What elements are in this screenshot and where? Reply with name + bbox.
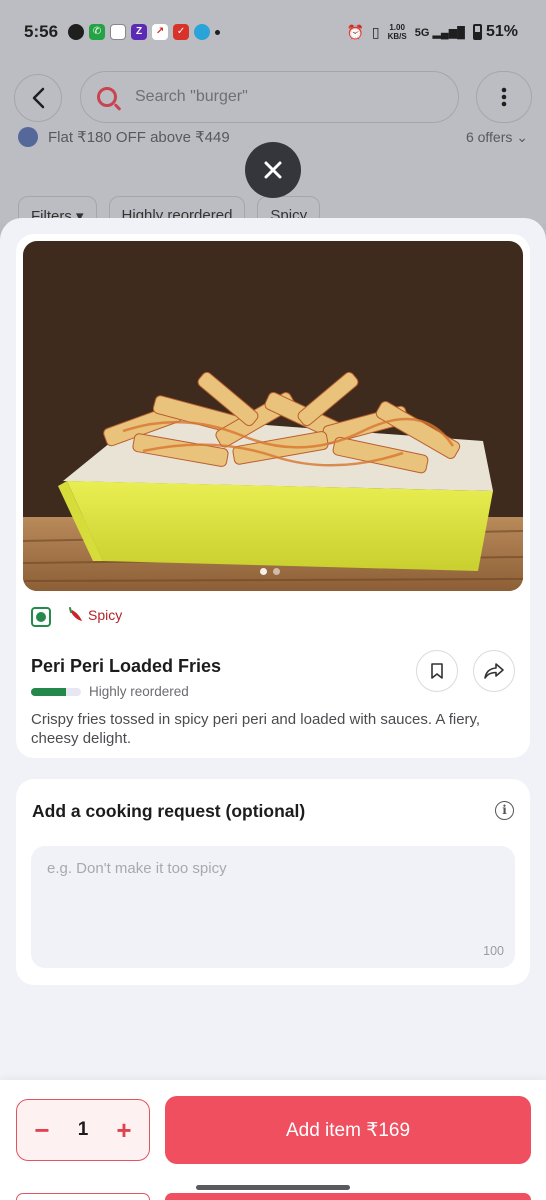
decrease-quantity-button[interactable]: − (31, 1115, 53, 1146)
fries-image (23, 241, 523, 591)
app-icon (110, 24, 127, 40)
back-button[interactable] (14, 74, 62, 122)
add-item-button[interactable]: Add item ₹169 (165, 1096, 531, 1164)
app-icon (194, 24, 211, 40)
char-limit: 100 (483, 944, 504, 958)
item-detail-sheet: Spicy Peri Peri Loaded Fries Highly reor… (0, 218, 546, 1200)
more-options-button[interactable] (476, 71, 532, 123)
carousel-dot (260, 568, 267, 575)
offer-text: Flat ₹180 OFF above ₹449 (48, 129, 230, 146)
vibrate-icon: ▯ (371, 23, 380, 40)
offer-badge-icon (18, 127, 38, 147)
reorder-bar (31, 687, 81, 696)
system-icons: ⏰ ▯ 1.00 KB/S 5G ▂▄▆█ 51% (346, 23, 518, 41)
item-description: Crispy fries tossed in spicy peri peri a… (31, 711, 481, 747)
status-bar: 5:56 ✆ Z ↗ ✓ ⏰ ▯ 1.00 KB/S 5G ▂▄▆█ 51% (0, 0, 546, 64)
battery-indicator: 51% (472, 23, 518, 41)
add-to-cart-footer: − 1 + Add item ₹169 (0, 1080, 546, 1200)
whatsapp-icon: ✆ (89, 24, 106, 40)
item-name: Peri Peri Loaded Fries (31, 656, 222, 676)
bookmark-button[interactable] (416, 650, 458, 692)
battery-icon (472, 24, 482, 40)
info-icon[interactable]: i (495, 801, 514, 820)
home-indicator[interactable] (196, 1185, 350, 1190)
status-time: 5:56 (24, 22, 59, 41)
alarm-icon: ⏰ (346, 23, 364, 40)
background-add-button-edge (165, 1193, 531, 1200)
background-footer-peek (16, 1193, 531, 1200)
reorder-indicator: Highly reordered (31, 684, 189, 699)
spicy-tag: Spicy (68, 607, 122, 623)
close-icon (264, 161, 282, 179)
signal-icon: 5G ▂▄▆█ (414, 26, 465, 39)
search-icon (97, 87, 117, 107)
zepto-icon: Z (131, 24, 148, 40)
chili-icon (69, 607, 82, 621)
search-bar[interactable]: Search "burger" (80, 71, 459, 123)
cooking-request-input[interactable] (31, 846, 515, 968)
bookmark-icon (431, 663, 443, 679)
item-image-carousel[interactable] (23, 241, 523, 591)
cooking-request-card: Add a cooking request (optional) i 100 (16, 779, 530, 985)
kebab-menu-icon (501, 87, 507, 107)
cooking-request-title: Add a cooking request (optional) (32, 801, 306, 821)
search-placeholder: Search "burger" (135, 88, 248, 105)
chat-icon (68, 24, 85, 40)
more-dot-icon (215, 29, 221, 35)
quantity-stepper: − 1 + (16, 1099, 150, 1161)
share-button[interactable] (473, 650, 515, 692)
reorder-label: Highly reordered (89, 684, 189, 699)
share-icon (484, 663, 504, 679)
carousel-dot (273, 568, 280, 575)
app-icon: ✓ (173, 24, 190, 40)
chevron-left-icon (32, 87, 45, 109)
increase-quantity-button[interactable]: + (113, 1115, 135, 1146)
item-card: Spicy Peri Peri Loaded Fries Highly reor… (16, 234, 530, 758)
app-icon: ↗ (152, 24, 169, 40)
notification-icons: ✆ Z ↗ ✓ (68, 24, 221, 40)
quantity-value: 1 (77, 1119, 89, 1140)
background-stepper-edge (16, 1193, 150, 1200)
network-speed: 1.00 KB/S (387, 23, 407, 41)
veg-icon (31, 607, 51, 627)
offers-count[interactable]: 6 offers ⌄ (466, 129, 528, 146)
close-sheet-button[interactable] (245, 142, 301, 198)
carousel-dots (260, 568, 280, 575)
